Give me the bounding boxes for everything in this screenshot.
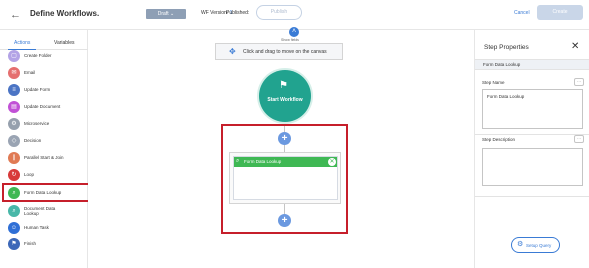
step-name-value: Form Data Lookup (487, 94, 525, 99)
top-header: ← Define Workflows. Draft ⌄ WF Version: … (0, 0, 589, 30)
step-description-label: Step Description (482, 137, 516, 142)
publish-button[interactable]: Publish (256, 5, 302, 20)
loop-icon: ↻ (8, 169, 20, 181)
action-item-update-document[interactable]: ▤ Update Document (8, 101, 86, 115)
step-name-label: Step Name (482, 80, 505, 85)
parallel-icon: ∥ (8, 152, 20, 164)
action-item-email[interactable]: ✉ Email (8, 67, 86, 81)
doc-lookup-icon: ⌕ (8, 205, 20, 217)
action-item-label: Update Form (24, 87, 51, 92)
action-item-label: Create Folder (24, 53, 52, 58)
action-item-decision[interactable]: ◇ Decision (8, 135, 86, 149)
status-label: Draft (157, 11, 169, 17)
action-item-create-folder[interactable]: ▢ Create Folder (8, 50, 86, 64)
action-item-label: Decision (24, 138, 42, 143)
setup-query-label: Setup Query (526, 243, 552, 248)
email-icon: ✉ (8, 67, 20, 79)
published-label: Published: (226, 10, 250, 16)
action-item-label: Loop (24, 172, 35, 177)
page-title: Define Workflows. (30, 9, 100, 18)
action-item-human-task[interactable]: ☺ Human Task (8, 222, 86, 236)
start-node-label: Start Workflow (267, 97, 303, 103)
action-item-update-form[interactable]: ≡ Update Form (8, 84, 86, 98)
show-fields-label[interactable]: Show fields (281, 38, 299, 42)
action-item-document-data-lookup[interactable]: ⌕ Document Data Lookup (8, 205, 86, 219)
panel-title: Step Properties (484, 44, 529, 51)
human-icon: ☺ (8, 222, 20, 234)
action-item-label: Human Task (24, 225, 49, 230)
status-dropdown[interactable]: Draft ⌄ (146, 9, 186, 19)
panel-subtitle: Form Data Lookup (483, 62, 521, 67)
create-button[interactable]: Create (537, 5, 583, 20)
action-item-label: Email (24, 70, 36, 75)
hint-text: Click and drag to move on the canvas (243, 49, 327, 55)
panel-tabs: Actions Variables (0, 38, 88, 50)
divider (475, 196, 589, 197)
form-data-lookup-highlight (2, 183, 90, 202)
folder-icon: ▢ (8, 50, 20, 62)
start-workflow-node[interactable]: ⚑ Start Workflow (259, 70, 311, 122)
decision-icon: ◇ (8, 135, 20, 147)
action-item-label: Update Document (24, 104, 61, 109)
action-item-loop[interactable]: ↻ Loop (8, 169, 86, 183)
action-item-label: Document Data Lookup (24, 206, 56, 216)
more-options-icon[interactable]: ··· (574, 78, 584, 86)
move-icon: ✥ (229, 47, 236, 56)
tab-variables[interactable]: Variables (54, 40, 74, 46)
chevron-down-icon: ⌄ (170, 11, 175, 17)
action-item-label: Parallel Start & Join (24, 155, 64, 160)
finish-icon: ⚑ (8, 238, 20, 250)
collapse-up-icon[interactable]: ˄ (289, 27, 299, 37)
action-item-parallel[interactable]: ∥ Parallel Start & Join (8, 152, 86, 166)
step-description-field[interactable] (482, 148, 583, 186)
cancel-button[interactable]: Cancel (514, 10, 530, 16)
document-icon: ▤ (8, 101, 20, 113)
form-icon: ≡ (8, 84, 20, 96)
action-item-microservice[interactable]: ⚙ Microservice (8, 118, 86, 132)
microservice-icon: ⚙ (8, 118, 20, 130)
setup-query-button[interactable]: ⚙ Setup Query (511, 237, 560, 253)
divider (475, 134, 589, 135)
actions-panel: Actions Variables ▢ Create Folder ✉ Emai… (0, 30, 88, 268)
step-name-field[interactable]: Form Data Lookup (482, 89, 583, 129)
tab-actions[interactable]: Actions (14, 40, 30, 46)
action-item-label: Finish (24, 241, 37, 246)
panel-subtitle-bar: Form Data Lookup (475, 59, 589, 70)
gear-icon: ⚙ (517, 241, 524, 248)
wf-version-label: WF Version: (201, 10, 229, 16)
close-icon[interactable]: ✕ (571, 41, 579, 52)
step-highlight (221, 124, 348, 234)
flag-icon: ⚑ (279, 80, 288, 91)
more-options-icon[interactable]: ··· (574, 135, 584, 143)
back-arrow-icon[interactable]: ← (10, 10, 21, 21)
step-properties-panel: Step Properties ✕ Form Data Lookup Step … (474, 30, 589, 268)
canvas-hint: ✥ Click and drag to move on the canvas (215, 43, 343, 60)
action-item-finish[interactable]: ⚑ Finish (8, 238, 86, 252)
action-item-label: Microservice (24, 121, 50, 126)
